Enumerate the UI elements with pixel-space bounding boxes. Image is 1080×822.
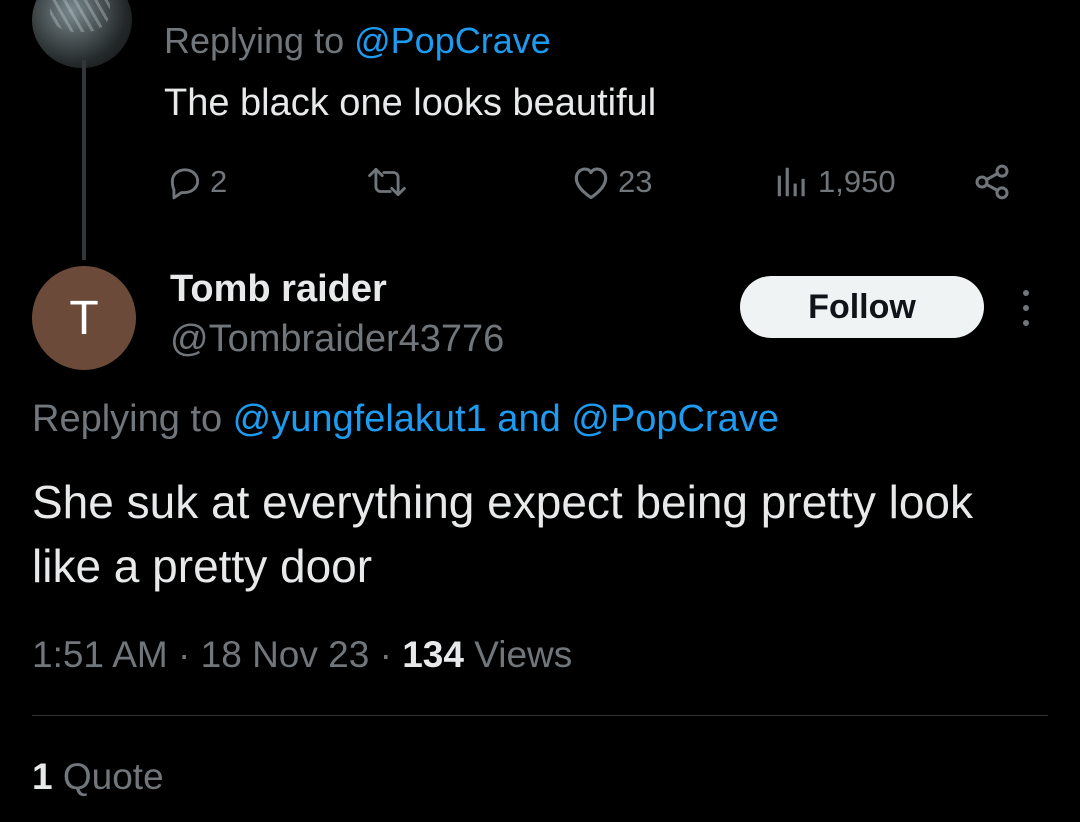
views-icon bbox=[777, 167, 805, 197]
parent-mention-popcrave[interactable]: @PopCrave bbox=[354, 20, 551, 61]
follow-button[interactable]: Follow bbox=[740, 276, 984, 338]
views-number: 134 bbox=[402, 634, 464, 675]
share-button[interactable] bbox=[972, 160, 1012, 204]
more-dot-icon bbox=[1023, 320, 1029, 326]
quotes-link[interactable]: 1 Quote bbox=[32, 756, 164, 798]
meta-separator: · bbox=[369, 634, 403, 675]
parent-replying-to: Replying to @PopCrave bbox=[164, 20, 551, 62]
reply-icon bbox=[170, 168, 200, 200]
views-button[interactable]: 1,950 bbox=[772, 160, 896, 204]
parent-replying-prefix: Replying to bbox=[164, 20, 355, 61]
tweet-date[interactable]: 18 Nov 23 bbox=[201, 634, 370, 675]
thread-connector-line bbox=[82, 60, 86, 260]
tweet-text: She suk at everything expect being prett… bbox=[32, 476, 974, 592]
mention-yungfelakut1[interactable]: @yungfelakut1 bbox=[233, 398, 487, 440]
reply-count: 2 bbox=[210, 164, 228, 199]
parent-tweet-text: The black one looks beautiful bbox=[164, 82, 657, 124]
more-options-button[interactable] bbox=[1012, 290, 1040, 326]
more-dot-icon bbox=[1023, 290, 1029, 296]
meta-separator: · bbox=[167, 634, 201, 675]
views-count: 1,950 bbox=[818, 164, 896, 199]
retweet-icon bbox=[368, 167, 406, 197]
replying-prefix: Replying to bbox=[32, 398, 233, 440]
share-icon bbox=[975, 164, 1009, 200]
quote-count: 1 bbox=[32, 756, 53, 797]
tweet-time[interactable]: 1:51 AM bbox=[32, 634, 168, 675]
parent-avatar[interactable] bbox=[32, 0, 132, 68]
mention-popcrave[interactable]: @PopCrave bbox=[571, 398, 779, 440]
divider bbox=[32, 715, 1048, 716]
more-dot-icon bbox=[1023, 305, 1029, 311]
like-count: 23 bbox=[618, 164, 653, 199]
tweet-metadata: 1:51 AM · 18 Nov 23 · 134 Views bbox=[32, 634, 572, 676]
like-button[interactable]: 23 bbox=[570, 160, 652, 204]
author-name[interactable]: Tomb raider bbox=[170, 268, 387, 311]
replying-to: Replying to @yungfelakut1 and @PopCrave bbox=[32, 398, 779, 441]
avatar-letter: T bbox=[69, 291, 99, 345]
author-avatar[interactable]: T bbox=[32, 266, 136, 370]
reply-button[interactable]: 2 bbox=[166, 160, 227, 204]
replying-and: and bbox=[486, 398, 572, 440]
retweet-button[interactable] bbox=[364, 160, 416, 204]
heart-icon bbox=[574, 167, 608, 200]
author-handle[interactable]: @Tombraider43776 bbox=[170, 318, 504, 361]
views-label: Views bbox=[463, 634, 573, 675]
quote-label: Quote bbox=[52, 756, 164, 797]
